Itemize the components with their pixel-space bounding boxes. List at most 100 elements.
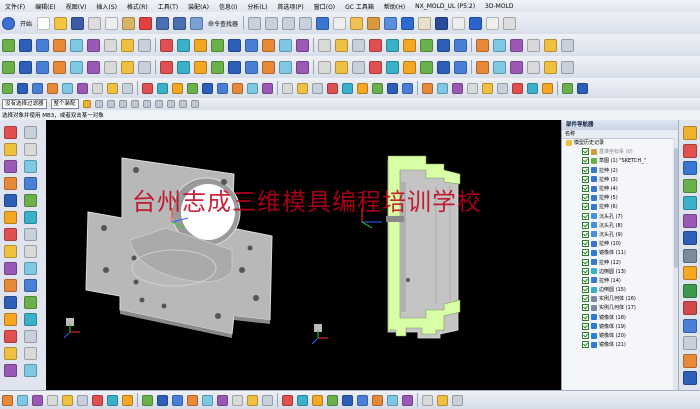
resource-tool-icon[interactable] [24, 364, 37, 377]
curve-tool-icon[interactable] [19, 38, 32, 52]
curve-tool-icon[interactable] [36, 38, 49, 52]
curve-tool-icon[interactable] [138, 38, 151, 52]
curve-tool-icon[interactable] [420, 38, 433, 52]
curve-tool-icon[interactable] [335, 38, 348, 52]
resource-tool-icon[interactable] [24, 194, 37, 207]
view-tool-icon[interactable] [77, 394, 88, 406]
edit-tool-icon[interactable] [202, 82, 213, 94]
curve-tool-icon[interactable] [493, 38, 506, 52]
menu-item[interactable]: GC 工具箱 [340, 2, 379, 11]
feature-tool-icon[interactable] [36, 60, 49, 74]
control-point-icon[interactable] [142, 100, 151, 108]
visibility-checkbox[interactable] [582, 212, 589, 220]
iso-view-icon[interactable] [350, 16, 364, 30]
zoom-icon[interactable] [265, 16, 279, 30]
curve-tool-icon[interactable] [527, 38, 540, 52]
feature-tool-icon[interactable] [510, 60, 523, 74]
delete-icon[interactable] [139, 16, 153, 30]
tree-item[interactable]: 拉伸 (5) [562, 193, 672, 202]
edit-tool-icon[interactable] [342, 82, 353, 94]
resource-bar-icon[interactable] [683, 143, 697, 158]
edit-tool-icon[interactable] [422, 82, 433, 94]
tree-item[interactable]: 拉伸 (14) [562, 276, 672, 285]
resource-bar-icon[interactable] [683, 126, 697, 140]
select-all-icon[interactable] [106, 100, 115, 108]
resource-bar-icon[interactable] [683, 353, 697, 368]
visibility-checkbox[interactable] [582, 240, 589, 248]
copy-icon[interactable] [105, 16, 119, 30]
view-tool-icon[interactable] [172, 394, 183, 406]
curve-tool-icon[interactable] [194, 38, 207, 52]
quadrant-icon[interactable] [178, 100, 187, 108]
feature-tool-icon[interactable] [318, 60, 331, 74]
resource-tool-icon[interactable] [4, 194, 17, 207]
resource-bar-icon[interactable] [683, 283, 697, 298]
tree-item[interactable]: 镜像体 (18) [562, 313, 672, 322]
resource-tool-icon[interactable] [24, 313, 37, 326]
feature-tool-icon[interactable] [437, 60, 450, 74]
curve-tool-icon[interactable] [476, 38, 489, 52]
curve-tool-icon[interactable] [561, 38, 574, 52]
undo-icon[interactable] [156, 16, 170, 30]
feature-tool-icon[interactable] [87, 60, 100, 74]
shaded-view-icon[interactable] [316, 16, 330, 30]
tree-item[interactable]: 拉伸 (3) [562, 175, 672, 184]
dropdown-icon[interactable] [503, 16, 517, 30]
arrow-icon[interactable] [486, 16, 500, 30]
feature-tool-icon[interactable] [352, 60, 365, 74]
resource-tool-icon[interactable] [4, 279, 17, 292]
visibility-checkbox[interactable] [582, 258, 589, 266]
tree-item[interactable]: 拉伸 (4) [562, 184, 672, 193]
tree-item[interactable]: 镜像体 (20) [562, 331, 672, 340]
curve-tool-icon[interactable] [437, 38, 450, 52]
resource-bar-icon[interactable] [683, 318, 697, 333]
feature-tool-icon[interactable] [279, 60, 292, 74]
visibility-checkbox[interactable] [582, 286, 589, 294]
scope-select[interactable]: 整个装配 [50, 99, 79, 109]
menu-item[interactable]: 文件(F) [0, 2, 30, 11]
curve-tool-icon[interactable] [104, 38, 117, 52]
visibility-checkbox[interactable] [582, 175, 589, 183]
menu-item[interactable]: 信息(I) [214, 2, 242, 11]
mid-point-icon[interactable] [130, 100, 139, 108]
curve-tool-icon[interactable] [296, 38, 309, 52]
view-tool-icon[interactable] [32, 394, 43, 406]
feature-tool-icon[interactable] [335, 60, 348, 74]
edit-tool-icon[interactable] [187, 82, 198, 94]
view-tool-icon[interactable] [142, 394, 153, 406]
edit-tool-icon[interactable] [2, 82, 13, 94]
fit-view-icon[interactable] [248, 16, 262, 30]
view-tool-icon[interactable] [452, 394, 463, 406]
feature-tool-icon[interactable] [561, 60, 574, 74]
edit-tool-icon[interactable] [282, 82, 293, 94]
resource-tool-icon[interactable] [24, 279, 37, 292]
edit-tool-icon[interactable] [387, 82, 398, 94]
resource-tool-icon[interactable] [4, 347, 17, 360]
tree-item[interactable]: 拉伸 (10) [562, 239, 672, 248]
resource-tool-icon[interactable] [4, 296, 17, 309]
feature-tool-icon[interactable] [53, 60, 66, 74]
feature-tool-icon[interactable] [245, 60, 258, 74]
resource-bar-icon[interactable] [683, 231, 697, 245]
visibility-checkbox[interactable] [582, 221, 589, 229]
visibility-checkbox[interactable] [582, 249, 589, 257]
resource-tool-icon[interactable] [4, 330, 17, 343]
edit-tool-icon[interactable] [157, 82, 168, 94]
paste-icon[interactable] [122, 16, 136, 30]
visibility-checkbox[interactable] [582, 166, 589, 174]
edit-tool-icon[interactable] [297, 82, 308, 94]
open-folder-icon[interactable] [54, 16, 68, 30]
tree-item[interactable]: 沉头孔 (8) [562, 221, 672, 230]
view-tool-icon[interactable] [217, 394, 228, 406]
menu-item[interactable]: 分析(L) [242, 2, 272, 11]
menu-item[interactable]: 工具(T) [153, 2, 183, 11]
wireframe-icon[interactable] [333, 16, 347, 30]
view-tool-icon[interactable] [2, 394, 13, 406]
visibility-checkbox[interactable] [582, 185, 589, 193]
edit-tool-icon[interactable] [327, 82, 338, 94]
redo-icon[interactable] [173, 16, 187, 30]
view-tool-icon[interactable] [422, 394, 433, 406]
visibility-checkbox[interactable] [582, 148, 589, 156]
arc-center-icon[interactable] [166, 100, 175, 108]
resource-tool-icon[interactable] [24, 126, 37, 139]
